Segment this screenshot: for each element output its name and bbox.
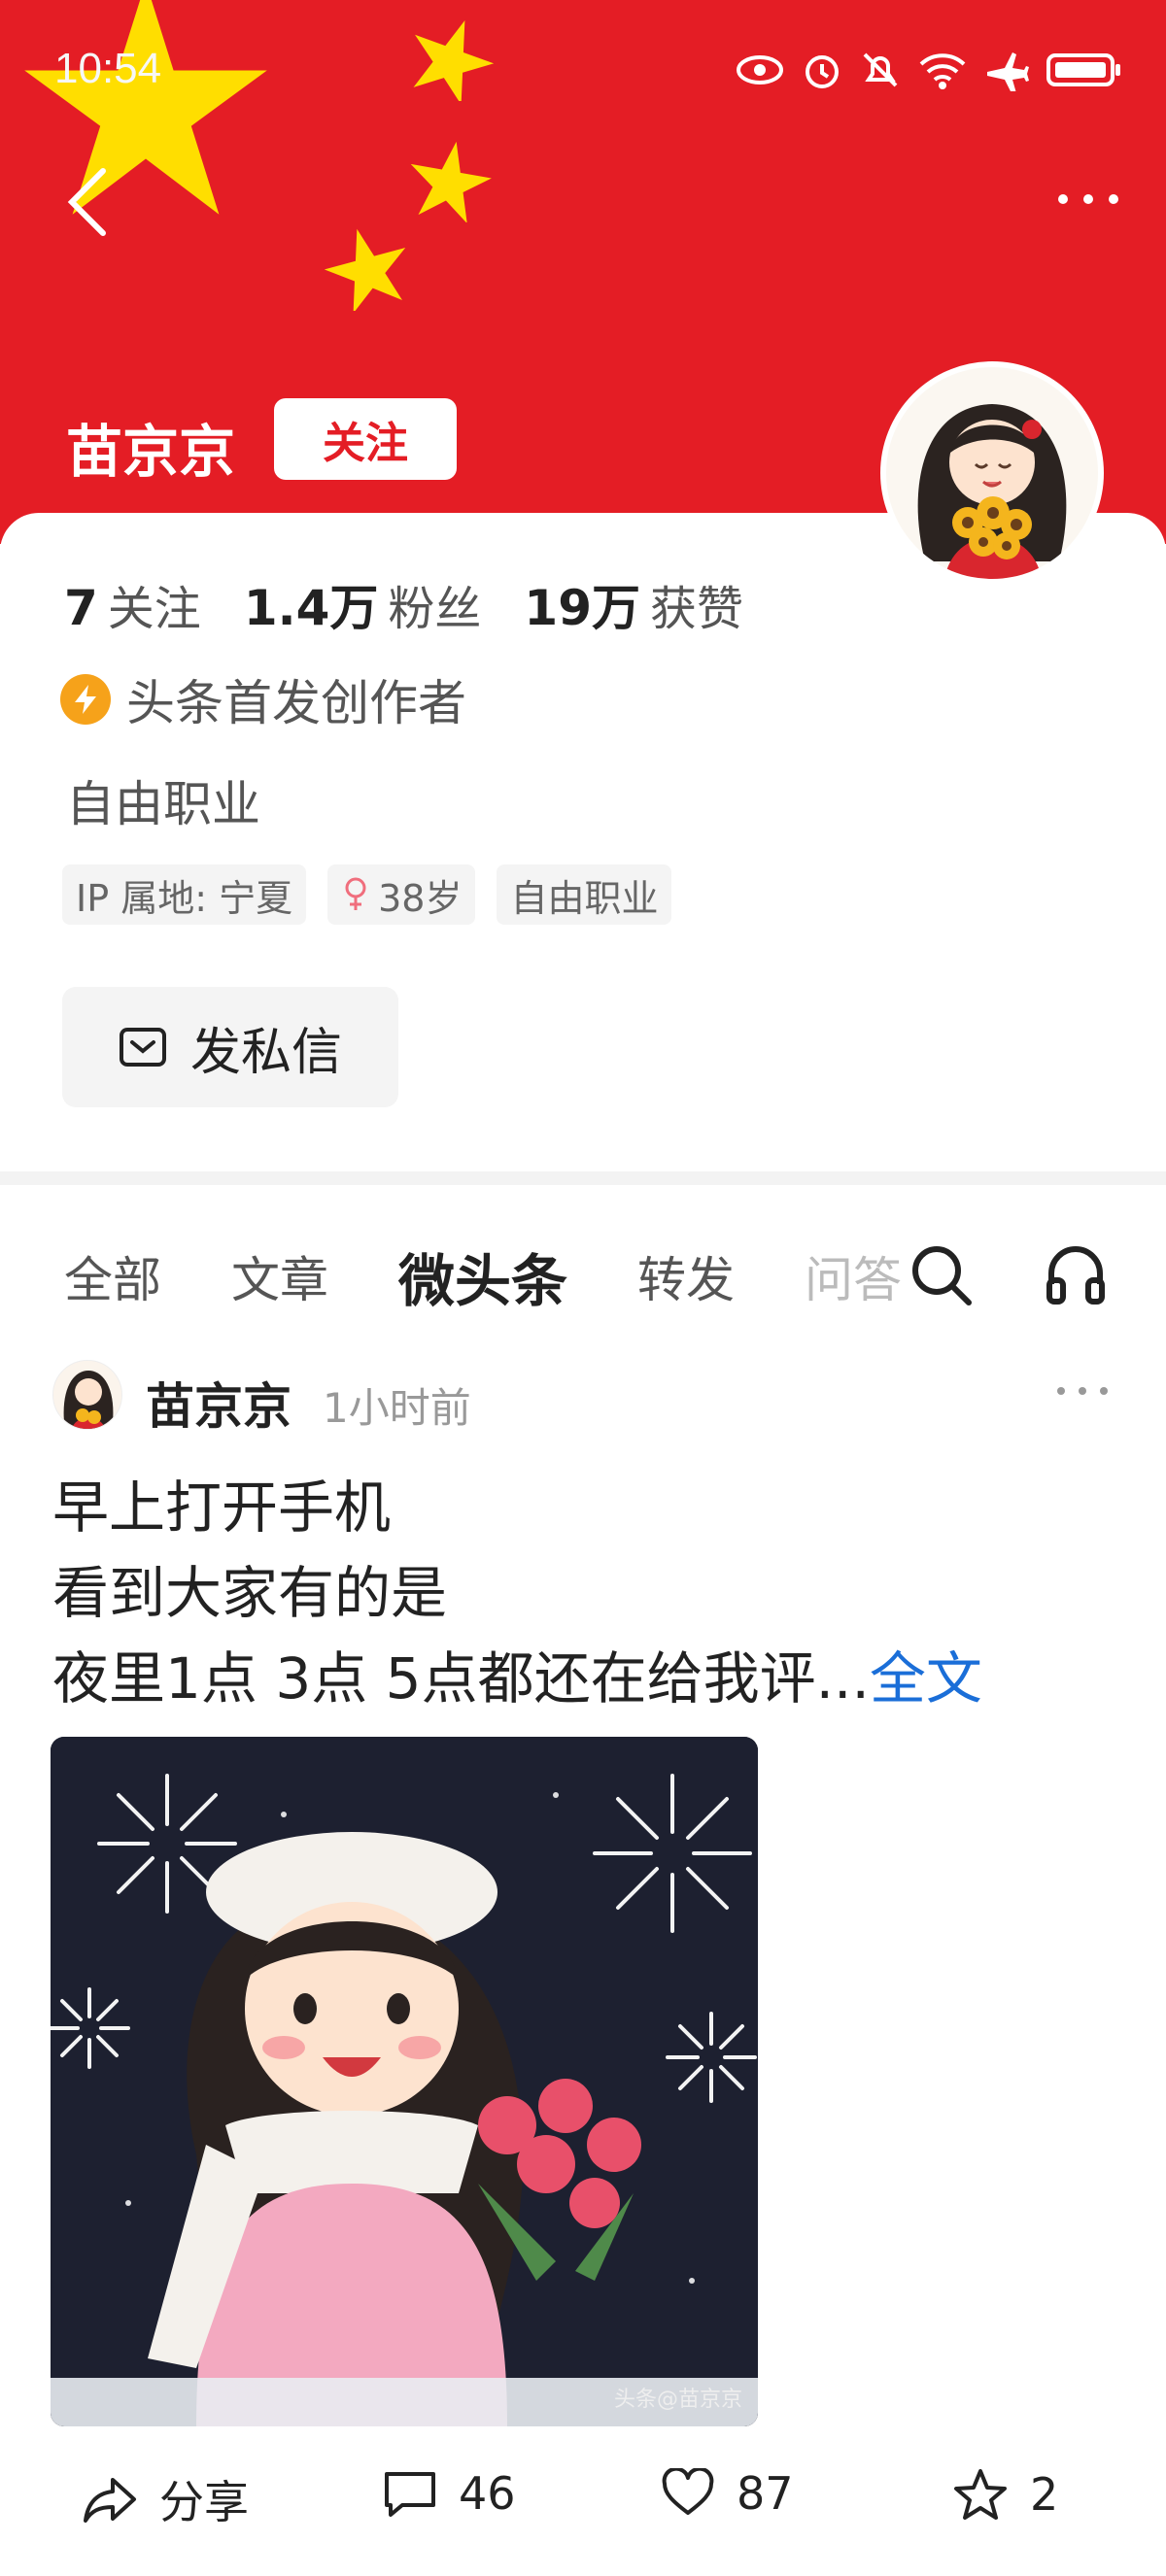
airplane-icon: [987, 52, 1029, 91]
tab-articles[interactable]: 文章: [231, 1241, 328, 1311]
profile-bio: 自由职业: [66, 776, 260, 832]
profile-stats: 7 关注 1.4万 粉丝 19万 获赞: [64, 569, 786, 639]
like-count: 87: [737, 2467, 794, 2520]
age-tag: 38岁: [327, 864, 476, 925]
like-button[interactable]: 87: [661, 2467, 794, 2520]
post-illustration: [51, 1737, 758, 2426]
star-small-icon: [410, 141, 492, 222]
followers-count[interactable]: 1.4万: [244, 569, 379, 639]
post-action-bar: 分享 46 87 2: [0, 2467, 1166, 2555]
back-arrow-icon[interactable]: [58, 163, 117, 241]
comment-icon: [385, 2472, 435, 2517]
post-line: 早上打开手机: [52, 1474, 392, 1541]
star-small-icon: [325, 228, 406, 311]
profile-name: 苗京京: [66, 419, 236, 485]
post-text[interactable]: 早上打开手机 看到大家有的是 夜里1点 3点 5点都还在给我评...全文: [52, 1465, 1121, 1721]
tab-micro-posts[interactable]: 微头条: [398, 1236, 567, 1317]
tab-reposts[interactable]: 转发: [637, 1241, 735, 1311]
send-message-label: 发私信: [189, 1023, 342, 1082]
read-full-link[interactable]: 全文: [870, 1645, 982, 1712]
following-count[interactable]: 7: [64, 580, 98, 636]
alarm-icon: [806, 55, 839, 88]
battery-icon: [1046, 53, 1120, 86]
image-watermark: 头条@苗京京: [613, 2388, 742, 2412]
more-icon[interactable]: [1049, 175, 1127, 223]
avatar[interactable]: [880, 361, 1104, 585]
share-icon: [84, 2478, 136, 2523]
avatar-illustration: [886, 367, 1098, 579]
post-more-icon[interactable]: [1053, 1381, 1112, 1401]
creator-badge-label: 头条首发创作者: [126, 675, 466, 731]
occupation-tag: 自由职业: [497, 864, 672, 925]
creator-badge[interactable]: 头条首发创作者: [60, 664, 466, 734]
wifi-icon: [919, 53, 966, 89]
age-label: 38岁: [378, 876, 463, 920]
mute-bell-icon: [863, 52, 898, 87]
eye-icon: [737, 55, 783, 85]
favorite-count: 2: [1030, 2468, 1059, 2521]
post-line: 夜里1点 3点 5点都还在给我评...: [52, 1645, 870, 1712]
likes-count: 19万: [524, 580, 640, 636]
lightning-icon: [60, 674, 111, 725]
followers-label[interactable]: 粉丝: [388, 570, 481, 638]
comment-button[interactable]: 46: [383, 2467, 516, 2520]
tab-all[interactable]: 全部: [64, 1241, 161, 1311]
post-image[interactable]: 头条@苗京京: [51, 1737, 758, 2426]
post-line: 看到大家有的是: [52, 1560, 448, 1626]
comment-count: 46: [459, 2467, 516, 2520]
favorite-button[interactable]: 2: [952, 2467, 1058, 2522]
profile-tags: IP 属地: 宁夏 38岁 自由职业: [62, 864, 672, 925]
likes-label: 获赞: [650, 582, 744, 636]
following-label[interactable]: 关注: [108, 570, 201, 638]
content-tabs: 全部 文章 微头条 转发 问答: [64, 1236, 972, 1317]
share-button[interactable]: 分享: [82, 2467, 249, 2531]
heart-icon: [662, 2468, 714, 2515]
post-author-avatar[interactable]: [52, 1360, 122, 1430]
section-divider: [0, 1171, 1166, 1185]
status-time: 10:54: [54, 45, 162, 92]
headphones-icon[interactable]: [1044, 1241, 1108, 1305]
post-timestamp: 1小时前: [323, 1384, 471, 1432]
search-icon[interactable]: [908, 1241, 976, 1309]
status-bar: 10:54: [0, 0, 1166, 236]
share-label: 分享: [159, 2476, 249, 2528]
ip-location-tag: IP 属地: 宁夏: [62, 864, 307, 925]
female-icon: [345, 877, 366, 910]
star-icon: [954, 2469, 1007, 2520]
message-icon: [119, 1028, 166, 1067]
send-message-button[interactable]: 发私信: [62, 987, 398, 1107]
post-author-name[interactable]: 苗京京: [146, 1368, 292, 1438]
follow-button[interactable]: 关注: [274, 398, 457, 480]
tab-qa[interactable]: 问答: [805, 1241, 902, 1311]
